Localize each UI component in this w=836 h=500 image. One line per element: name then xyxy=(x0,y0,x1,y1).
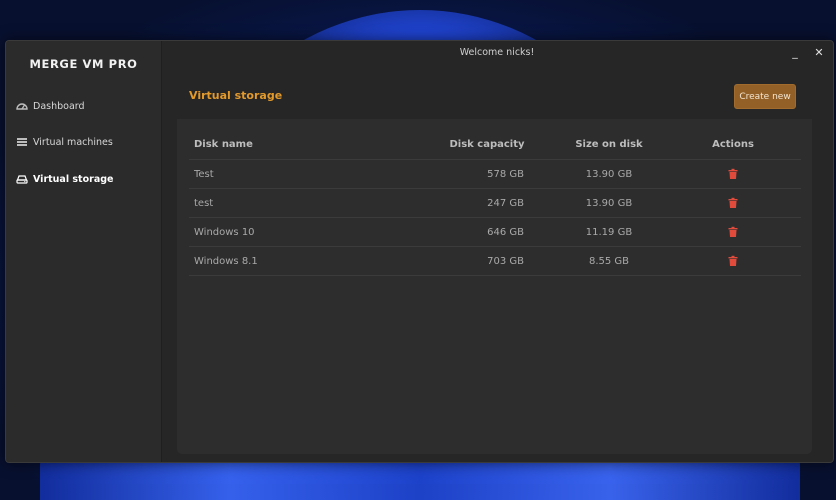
delete-button[interactable] xyxy=(709,247,757,275)
trash-icon xyxy=(728,197,738,208)
create-new-button[interactable]: Create new xyxy=(734,84,796,109)
delete-button[interactable] xyxy=(709,160,757,188)
delete-button[interactable] xyxy=(709,218,757,246)
sidebar-item-virtual-machines[interactable]: Virtual machines xyxy=(16,132,156,152)
disk-name-cell: Windows 10 xyxy=(194,226,255,238)
title-bar: Welcome nicks! _ ✕ xyxy=(161,41,833,65)
size-on-disk-cell: 11.19 GB xyxy=(585,226,633,238)
disk-capacity-cell: 703 GB xyxy=(487,255,524,267)
trash-icon xyxy=(728,226,738,237)
table-row: test 247 GB 13.90 GB xyxy=(189,189,801,218)
sidebar-item-virtual-storage[interactable]: Virtual storage xyxy=(16,169,156,189)
brand-title: MERGE VM PRO xyxy=(29,57,138,71)
page-title: Virtual storage xyxy=(189,89,283,102)
disk-capacity-cell: 247 GB xyxy=(487,197,524,209)
table-row: Test 578 GB 13.90 GB xyxy=(189,160,801,189)
table-header: Disk name Disk capacity Size on disk Act… xyxy=(189,130,801,160)
size-on-disk-cell: 13.90 GB xyxy=(585,197,633,209)
disk-capacity-cell: 578 GB xyxy=(487,168,524,180)
disk-capacity-cell: 646 GB xyxy=(487,226,524,238)
disk-name-cell: Windows 8.1 xyxy=(194,255,258,267)
header-actions: Actions xyxy=(712,139,754,150)
storage-card: Virtual storage Create new Disk name Dis… xyxy=(177,73,812,454)
header-disk-capacity: Disk capacity xyxy=(449,139,525,150)
welcome-text: Welcome nicks! xyxy=(459,47,535,58)
table-row: Windows 10 646 GB 11.19 GB xyxy=(189,218,801,247)
size-on-disk-cell: 13.90 GB xyxy=(585,168,633,180)
header-size-on-disk: Size on disk xyxy=(575,139,643,150)
table-row: Windows 8.1 703 GB 8.55 GB xyxy=(189,247,801,276)
sidebar-item-dashboard[interactable]: Dashboard xyxy=(16,96,156,116)
disk-table: Disk name Disk capacity Size on disk Act… xyxy=(189,130,801,276)
disk-name-cell: test xyxy=(194,197,214,209)
trash-icon xyxy=(728,168,738,179)
card-header: Virtual storage Create new xyxy=(177,73,812,119)
size-on-disk-cell: 8.55 GB xyxy=(588,255,630,267)
sidebar-item-label: Virtual storage xyxy=(33,173,114,185)
app-window: MERGE VM PRO Dashboard Virtual machines xyxy=(5,40,834,463)
sidebar-item-label: Virtual machines xyxy=(33,136,113,148)
disk-name-cell: Test xyxy=(194,168,214,180)
trash-icon xyxy=(728,255,738,266)
sidebar-item-label: Dashboard xyxy=(33,100,85,112)
close-button[interactable]: ✕ xyxy=(811,45,827,59)
delete-button[interactable] xyxy=(709,189,757,217)
server-list-icon xyxy=(16,136,28,148)
hard-drive-icon xyxy=(16,173,28,185)
gauge-icon xyxy=(16,100,28,112)
minimize-button[interactable]: _ xyxy=(787,45,803,59)
sidebar: MERGE VM PRO Dashboard Virtual machines xyxy=(6,41,162,462)
header-disk-name: Disk name xyxy=(194,139,253,150)
